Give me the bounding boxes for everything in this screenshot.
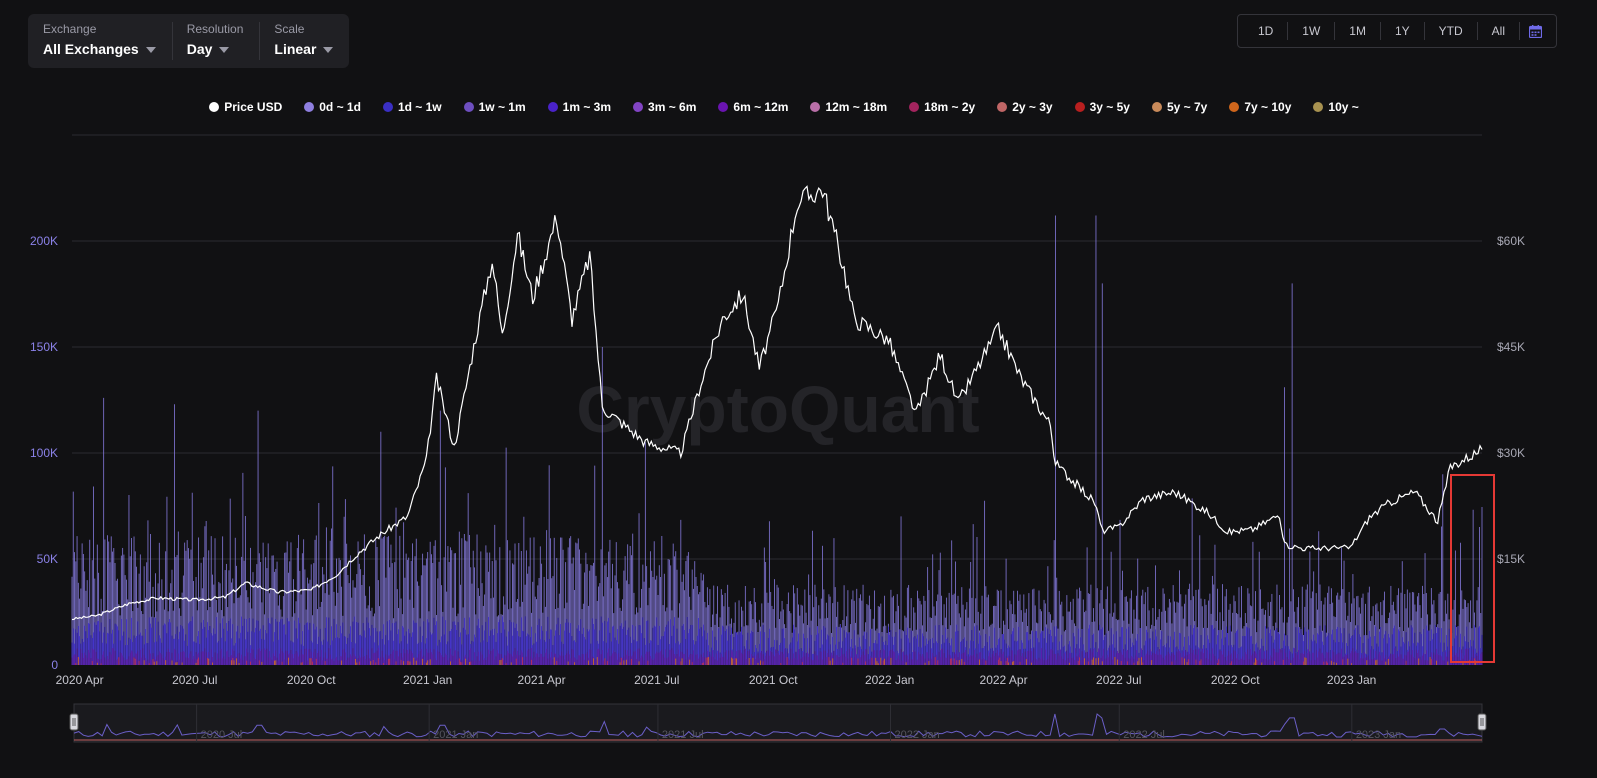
x-axis-tick-label: 2022 Jan: [865, 673, 914, 687]
right-axis-tick-label: $45K: [1497, 340, 1525, 354]
x-axis-tick-label: 2022 Oct: [1211, 673, 1260, 687]
grid-lines: [72, 134, 1482, 560]
x-axis-tick-label: 2022 Apr: [980, 673, 1028, 687]
navigator-background: [73, 703, 1483, 743]
left-axis-tick-label: 0: [51, 658, 58, 672]
x-axis-tick-label: 2020 Jul: [172, 673, 217, 687]
navigator-label: 2021 Jan: [433, 729, 478, 741]
navigator-label: 2022 Jul: [1123, 729, 1165, 741]
navigator-handle[interactable]: [1477, 713, 1487, 731]
left-axis-tick-label: 150K: [30, 340, 58, 354]
x-axis-tick-label: 2021 Jan: [403, 673, 452, 687]
cohort-volume-chart: CryptoQuant 050K100K150K200K$15K$30K$45K…: [30, 134, 1525, 743]
navigator-label: 2021 Jul: [662, 729, 704, 741]
x-axis-tick-label: 2020 Oct: [287, 673, 336, 687]
highlight-box: [1450, 474, 1495, 663]
left-axis-tick-label: 50K: [37, 552, 58, 566]
left-axis-tick-label: 100K: [30, 446, 58, 460]
x-axis-tick-label: 2021 Jul: [634, 673, 679, 687]
right-axis-tick-label: $30K: [1497, 446, 1525, 460]
navigator-label: 2020 Jul: [201, 729, 243, 741]
x-axis-tick-label: 2021 Apr: [518, 673, 566, 687]
navigator-handle[interactable]: [69, 713, 79, 731]
left-axis-tick-label: 200K: [30, 234, 58, 248]
x-axis-tick-label: 2021 Oct: [749, 673, 798, 687]
navigator-label: 2023 Jan: [1356, 729, 1401, 741]
navigator-label: 2022 Jan: [894, 729, 939, 741]
x-axis-tick-label: 2022 Jul: [1096, 673, 1141, 687]
right-axis-tick-label: $15K: [1497, 552, 1525, 566]
x-axis-tick-label: 2023 Jan: [1327, 673, 1376, 687]
x-axis-tick-label: 2020 Apr: [56, 673, 104, 687]
right-axis-tick-label: $60K: [1497, 234, 1525, 248]
range-navigator[interactable]: 2020 Jul 2021 Jan 2021 Jul 2022 Jan 2022 Jul…: [69, 703, 1487, 743]
